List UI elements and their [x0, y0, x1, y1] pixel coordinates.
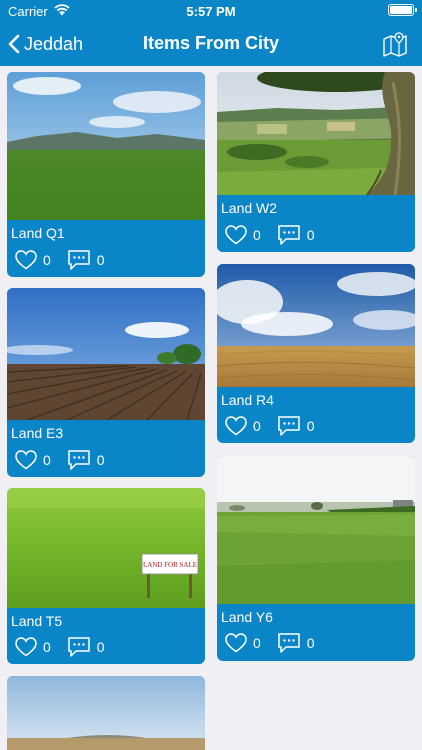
item-card-partial[interactable]	[7, 676, 205, 750]
heart-icon	[15, 450, 37, 470]
like-button[interactable]: 0	[225, 416, 261, 436]
comment-button[interactable]: 0	[277, 224, 315, 246]
navigation-bar: Jeddah Items From City	[0, 22, 422, 66]
comment-count: 0	[96, 252, 105, 268]
comment-icon	[68, 450, 90, 470]
comment-icon	[68, 637, 90, 657]
like-button[interactable]: 0	[15, 637, 51, 657]
comment-icon	[278, 416, 300, 436]
battery-icon	[388, 4, 417, 16]
comment-button[interactable]: 0	[67, 249, 105, 271]
comment-count: 0	[306, 418, 315, 434]
map-button[interactable]	[382, 31, 408, 57]
comment-count: 0	[306, 227, 315, 243]
item-card-land-t5[interactable]: LAND FOR SALE Land T5 0 0	[7, 488, 205, 664]
item-photo	[7, 288, 205, 420]
like-button[interactable]: 0	[225, 225, 261, 245]
heart-icon	[15, 637, 37, 657]
like-count: 0	[253, 227, 261, 243]
item-card-land-e3[interactable]: Land E3 0 0	[7, 288, 205, 477]
like-count: 0	[43, 452, 51, 468]
item-card-land-q1[interactable]: Land Q1 0 0	[7, 72, 205, 277]
heart-icon	[225, 416, 247, 436]
like-button[interactable]: 0	[15, 450, 51, 470]
like-count: 0	[43, 252, 51, 268]
comment-button[interactable]: 0	[67, 449, 105, 471]
item-title: Land R4	[221, 392, 274, 408]
like-count: 0	[43, 639, 51, 655]
item-photo	[217, 264, 415, 387]
comment-icon	[68, 250, 90, 270]
item-photo: LAND FOR SALE	[7, 488, 205, 608]
comment-count: 0	[306, 635, 315, 651]
for-sale-sign-text: LAND FOR SALE	[143, 561, 197, 569]
like-count: 0	[253, 418, 261, 434]
comment-button[interactable]: 0	[277, 415, 315, 437]
like-button[interactable]: 0	[15, 250, 51, 270]
comment-button[interactable]: 0	[67, 636, 105, 658]
like-button[interactable]: 0	[225, 633, 261, 653]
item-photo	[7, 676, 205, 750]
item-title: Land Q1	[11, 225, 65, 241]
item-title: Land W2	[221, 200, 278, 216]
item-card-land-r4[interactable]: Land R4 0 0	[217, 264, 415, 443]
map-icon	[383, 32, 407, 57]
item-title: Land Y6	[221, 609, 273, 625]
heart-icon	[15, 250, 37, 270]
heart-icon	[225, 225, 247, 245]
clock: 5:57 PM	[186, 4, 236, 19]
item-card-land-y6[interactable]: Land Y6 0 0	[217, 456, 415, 661]
comment-count: 0	[96, 452, 105, 468]
item-photo	[217, 72, 415, 195]
like-count: 0	[253, 635, 261, 651]
comment-count: 0	[96, 639, 105, 655]
comment-icon	[278, 225, 300, 245]
item-photo	[217, 456, 415, 604]
item-title: Land T5	[11, 613, 63, 629]
status-bar: Carrier 5:57 PM	[0, 0, 422, 22]
comment-icon	[278, 633, 300, 653]
page-title: Items From City	[142, 33, 280, 53]
heart-icon	[225, 633, 247, 653]
item-title: Land E3	[11, 425, 64, 441]
item-photo	[7, 72, 205, 220]
comment-button[interactable]: 0	[277, 632, 315, 654]
item-card-land-w2[interactable]: Land W2 0 0	[217, 72, 415, 252]
